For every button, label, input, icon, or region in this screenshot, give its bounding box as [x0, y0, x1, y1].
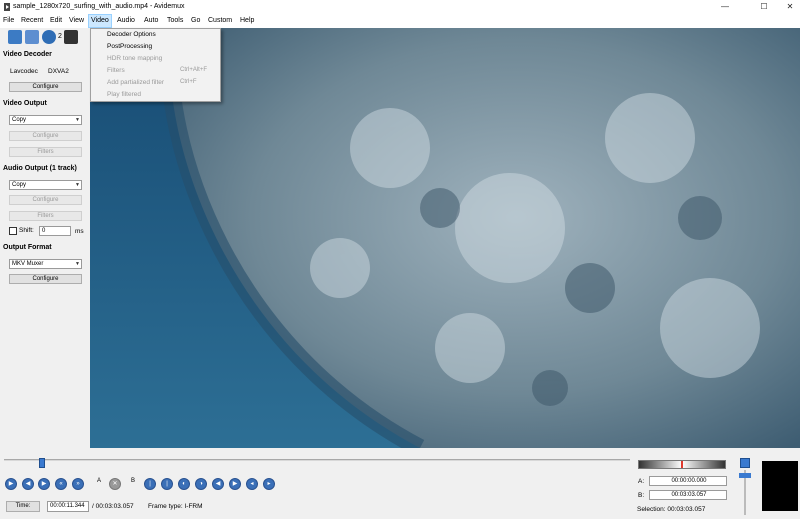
- next-cut-button[interactable]: ▸: [263, 478, 275, 490]
- volume-marker: [681, 461, 683, 468]
- save-video-icon[interactable]: [25, 30, 39, 44]
- goto-end-button[interactable]: |: [161, 478, 173, 490]
- audio-filters-button[interactable]: Filters: [9, 211, 82, 221]
- decoder-configure-button[interactable]: Configure: [9, 82, 82, 92]
- menu-item-decoder-options[interactable]: Decoder Options: [107, 31, 156, 38]
- window-title: sample_1280x720_surfing_with_audio.mp4 -…: [13, 3, 185, 10]
- volume-slider-thumb[interactable]: [739, 473, 751, 478]
- a-label: A:: [638, 478, 645, 485]
- menu-help[interactable]: Help: [240, 17, 254, 24]
- previous-keyframe-button[interactable]: «: [55, 478, 67, 490]
- menu-tools[interactable]: Tools: [167, 17, 183, 24]
- audio-preview-black: [762, 461, 798, 511]
- timeline-thumb[interactable]: [39, 458, 46, 468]
- shift-unit: ms: [75, 228, 84, 235]
- muxer-configure-button[interactable]: Configure: [9, 274, 82, 284]
- previous-cut-button[interactable]: ◂: [246, 478, 258, 490]
- avidemux-app-icon: [4, 3, 10, 11]
- menu-item-hdr-tone-mapping[interactable]: HDR tone mapping: [107, 55, 162, 62]
- maximize-button[interactable]: ☐: [757, 2, 771, 11]
- menu-edit[interactable]: Edit: [50, 17, 62, 24]
- shift-input[interactable]: 0: [39, 226, 71, 236]
- muxer-select[interactable]: MKV Muxer ▼: [9, 259, 82, 269]
- chevron-down-icon: ▼: [75, 182, 80, 188]
- info-icon[interactable]: [42, 30, 56, 44]
- volume-meter: [638, 460, 726, 469]
- menu-item-add-partialized-filter[interactable]: Add partialized filter: [107, 79, 164, 86]
- menu-auto[interactable]: Auto: [144, 17, 158, 24]
- timeline-slider[interactable]: [0, 452, 635, 468]
- video-configure-button[interactable]: Configure: [9, 131, 82, 141]
- video-output-title: Video Output: [3, 100, 47, 107]
- mark-b-label: B: [130, 478, 135, 484]
- menu-video[interactable]: Video: [88, 14, 112, 28]
- shift-checkbox[interactable]: [9, 227, 17, 235]
- open-video-icon[interactable]: [8, 30, 22, 44]
- time-button[interactable]: Time:: [6, 501, 40, 512]
- play-button[interactable]: ▶: [5, 478, 17, 490]
- filters-shortcut: Ctrl+Alt+F: [180, 67, 208, 73]
- menu-file[interactable]: File: [3, 17, 14, 24]
- menu-recent[interactable]: Recent: [21, 17, 43, 24]
- menu-bar: File Recent Edit View Video Audio Auto T…: [0, 14, 800, 28]
- mark-b-button[interactable]: B: [126, 478, 140, 490]
- selection-duration: Selection: 00:03:03.057: [637, 506, 706, 513]
- frame-type: Frame type: I-FRM: [148, 503, 203, 510]
- audio-codec-select[interactable]: Copy ▼: [9, 180, 82, 190]
- audio-configure-button[interactable]: Configure: [9, 195, 82, 205]
- menu-custom[interactable]: Custom: [208, 17, 232, 24]
- speaker-icon[interactable]: [740, 458, 750, 468]
- previous-black-frame-button[interactable]: ◐: [178, 478, 190, 490]
- partialized-filter-shortcut: Ctrl+F: [180, 79, 197, 85]
- decoder-hw: DXVA2: [48, 68, 69, 75]
- video-decoder-title: Video Decoder: [3, 51, 52, 58]
- close-button[interactable]: ✕: [783, 2, 797, 11]
- b-time-field[interactable]: 00:03:03.057: [649, 490, 727, 500]
- minimize-button[interactable]: —: [718, 2, 732, 11]
- menu-go[interactable]: Go: [191, 17, 200, 24]
- menu-item-filters[interactable]: Filters: [107, 67, 125, 74]
- next-black-frame-button[interactable]: ◑: [195, 478, 207, 490]
- toolbar-partial-label: 2: [58, 33, 62, 40]
- previous-frame-button[interactable]: ◀: [22, 478, 34, 490]
- goto-start-button[interactable]: |: [144, 478, 156, 490]
- mark-a-label: A: [96, 478, 101, 484]
- goto-mark-b-button[interactable]: ▶: [229, 478, 241, 490]
- b-label: B:: [638, 492, 645, 499]
- audio-output-title: Audio Output (1 track): [3, 165, 77, 172]
- video-menu-dropdown: Decoder Options PostProcessing HDR tone …: [90, 28, 221, 102]
- current-time-field[interactable]: 00:00:11.344: [47, 501, 89, 512]
- total-time: / 00:03:03.057: [92, 503, 134, 510]
- goto-mark-a-button[interactable]: ◀: [212, 478, 224, 490]
- title-bar: sample_1280x720_surfing_with_audio.mp4 -…: [0, 0, 800, 14]
- chevron-down-icon: ▼: [75, 261, 80, 267]
- menu-view[interactable]: View: [69, 17, 84, 24]
- mark-a-button[interactable]: A: [92, 478, 106, 490]
- a-time-field[interactable]: 00:00:00.000: [649, 476, 727, 486]
- shift-label: Shift:: [19, 227, 34, 234]
- left-panel: Video Decoder Lavcodec DXVA2 Configure V…: [0, 46, 90, 448]
- film-strip-icon[interactable]: [64, 30, 78, 44]
- video-codec-select[interactable]: Copy ▼: [9, 115, 82, 125]
- mark-clear-button[interactable]: ✕: [109, 478, 121, 490]
- video-filters-button[interactable]: Filters: [9, 147, 82, 157]
- decoder-name: Lavcodec: [10, 68, 38, 75]
- next-frame-button[interactable]: ▶: [38, 478, 50, 490]
- menu-audio[interactable]: Audio: [117, 17, 135, 24]
- menu-item-postprocessing[interactable]: PostProcessing: [107, 43, 152, 50]
- timeline-track: [4, 459, 630, 461]
- next-keyframe-button[interactable]: »: [72, 478, 84, 490]
- menu-item-play-filtered[interactable]: Play filtered: [107, 91, 141, 98]
- output-format-title: Output Format: [3, 244, 52, 251]
- chevron-down-icon: ▼: [75, 117, 80, 123]
